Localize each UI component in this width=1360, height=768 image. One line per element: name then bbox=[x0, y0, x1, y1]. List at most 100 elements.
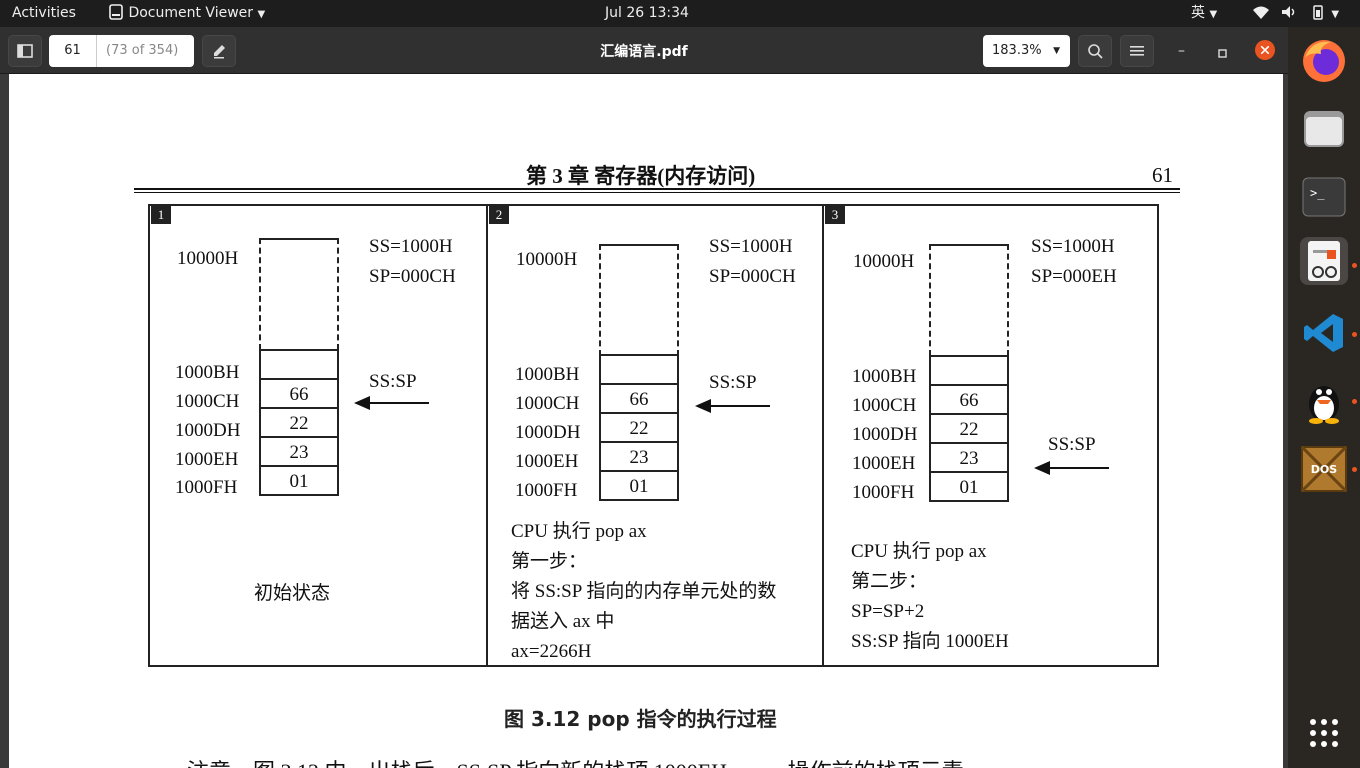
stack-cell: 01 bbox=[259, 467, 339, 496]
pointer-arrow-icon bbox=[695, 399, 770, 413]
svg-text:>_: >_ bbox=[1310, 186, 1325, 200]
pointer-arrow-icon bbox=[1034, 461, 1109, 475]
running-indicator bbox=[1352, 332, 1357, 337]
panel-description: ax=2266H bbox=[511, 641, 592, 662]
zoom-value: 183.3% bbox=[992, 43, 1042, 58]
stack-segment bbox=[929, 244, 1009, 356]
address-top: 10000H bbox=[177, 248, 239, 269]
stack-cell: 66 bbox=[259, 380, 339, 409]
address-label: 1000EH bbox=[515, 451, 579, 472]
stack-cell bbox=[599, 356, 679, 385]
address-label: 1000FH bbox=[515, 480, 578, 501]
qq-icon[interactable] bbox=[1300, 377, 1348, 425]
panel-description: CPU 执行 pop ax bbox=[511, 521, 647, 542]
panel-description: 据送入 ax 中 bbox=[511, 611, 615, 632]
pointer-arrow-icon bbox=[354, 396, 429, 410]
svg-text:DOS: DOS bbox=[1311, 463, 1337, 476]
ss-value: SS=1000H bbox=[709, 236, 793, 257]
chevron-down-icon: ▼ bbox=[1209, 9, 1218, 20]
hamburger-icon bbox=[1130, 46, 1144, 56]
page-number: 61 bbox=[1152, 163, 1173, 187]
stack-cell: 23 bbox=[599, 443, 679, 472]
panel-description: CPU 执行 pop ax bbox=[851, 541, 987, 562]
stack-cell: 01 bbox=[929, 473, 1009, 502]
header-rule-thin bbox=[134, 192, 1180, 193]
body-text: 注意，图 3.12 中，出栈后，SS:SP 指向新的栈顶 1000EH，pop … bbox=[187, 754, 964, 768]
close-button[interactable] bbox=[1255, 40, 1275, 60]
address-label: 1000EH bbox=[852, 453, 916, 474]
terminal-icon[interactable]: >_ bbox=[1300, 173, 1348, 221]
stack-cell: 66 bbox=[599, 385, 679, 414]
panel-description: SP=SP+2 bbox=[851, 601, 925, 622]
dock: >_ DOS bbox=[1288, 27, 1360, 768]
header-rule bbox=[134, 188, 1180, 190]
panel-description: SS:SP 指向 1000EH bbox=[851, 631, 1009, 652]
pointer-label: SS:SP bbox=[1048, 434, 1096, 455]
stack-cell: 22 bbox=[929, 415, 1009, 444]
stack-cell: 22 bbox=[259, 409, 339, 438]
address-label: 1000CH bbox=[515, 393, 580, 414]
stack-cell: 23 bbox=[259, 438, 339, 467]
panel-description: 初始状态 bbox=[254, 583, 331, 604]
stack-cell bbox=[259, 351, 339, 380]
address-label: 1000CH bbox=[175, 391, 240, 412]
dosbox-icon[interactable]: DOS bbox=[1300, 445, 1348, 493]
chevron-down-icon: ▼ bbox=[1331, 9, 1340, 20]
app-grid-icon[interactable] bbox=[1300, 709, 1348, 757]
document-viewport[interactable]: 第 3 章 寄存器(内存访问) 61 1 10000H SS=1000H SP=… bbox=[0, 74, 1288, 768]
minimize-icon: – bbox=[1178, 43, 1185, 59]
close-icon bbox=[1261, 46, 1269, 54]
search-button[interactable] bbox=[1078, 35, 1112, 67]
wifi-icon bbox=[1253, 6, 1269, 19]
address-label: 1000FH bbox=[852, 482, 915, 503]
panel-description: 将 SS:SP 指向的内存单元处的数 bbox=[511, 581, 777, 602]
address-label: 1000DH bbox=[515, 422, 581, 443]
stack-cell: 66 bbox=[929, 386, 1009, 415]
address-label: 1000BH bbox=[852, 366, 917, 387]
stack-cell bbox=[929, 357, 1009, 386]
top-bar: Activities Document Viewer ▼ Jul 26 13:3… bbox=[0, 0, 1360, 27]
maximize-button[interactable] bbox=[1218, 44, 1228, 63]
address-label: 1000CH bbox=[852, 395, 917, 416]
document-viewer-small-icon bbox=[109, 4, 123, 20]
app-name: Document Viewer bbox=[128, 5, 254, 21]
address-label: 1000DH bbox=[175, 420, 241, 441]
sp-value: SP=000CH bbox=[369, 266, 456, 287]
vscode-icon[interactable] bbox=[1300, 309, 1348, 357]
app-menu[interactable]: Document Viewer ▼ bbox=[108, 0, 265, 27]
panel-description: 第一步： bbox=[511, 551, 588, 572]
figure-caption: 图 3.12 pop 指令的执行过程 bbox=[504, 707, 777, 731]
minimize-button[interactable]: – bbox=[1178, 43, 1185, 59]
address-label: 1000EH bbox=[175, 449, 239, 470]
address-label: 1000FH bbox=[175, 477, 238, 498]
chevron-down-icon: ▼ bbox=[1053, 46, 1060, 56]
document-viewer-icon[interactable] bbox=[1300, 237, 1348, 285]
volume-icon bbox=[1282, 6, 1295, 18]
running-indicator bbox=[1352, 467, 1357, 472]
files-icon[interactable] bbox=[1300, 105, 1348, 153]
stack-cell: 23 bbox=[929, 444, 1009, 473]
clock[interactable]: Jul 26 13:34 bbox=[605, 0, 689, 27]
main-menu-button[interactable] bbox=[1120, 35, 1154, 67]
ss-value: SS=1000H bbox=[369, 236, 453, 257]
pointer-label: SS:SP bbox=[709, 372, 757, 393]
system-status-menu[interactable]: ▼ bbox=[1252, 0, 1339, 27]
address-top: 10000H bbox=[853, 251, 915, 272]
input-method-indicator[interactable]: 英 ▼ bbox=[1191, 0, 1217, 27]
activities-button[interactable]: Activities bbox=[12, 0, 76, 27]
running-indicator bbox=[1352, 399, 1357, 404]
address-label: 1000DH bbox=[852, 424, 918, 445]
running-indicator bbox=[1352, 263, 1357, 268]
stack-cell: 22 bbox=[599, 414, 679, 443]
maximize-icon bbox=[1218, 49, 1227, 58]
chapter-header: 第 3 章 寄存器(内存访问) bbox=[526, 164, 756, 188]
panel-number: 2 bbox=[489, 206, 509, 224]
address-label: 1000BH bbox=[515, 364, 580, 385]
panel-number: 3 bbox=[825, 206, 845, 224]
zoom-select[interactable]: 183.3% ▼ bbox=[983, 35, 1070, 67]
firefox-icon[interactable] bbox=[1300, 37, 1348, 85]
address-label: 1000BH bbox=[175, 362, 240, 383]
chevron-down-icon: ▼ bbox=[257, 9, 266, 20]
search-icon bbox=[1088, 44, 1103, 59]
panel-number: 1 bbox=[151, 206, 171, 224]
